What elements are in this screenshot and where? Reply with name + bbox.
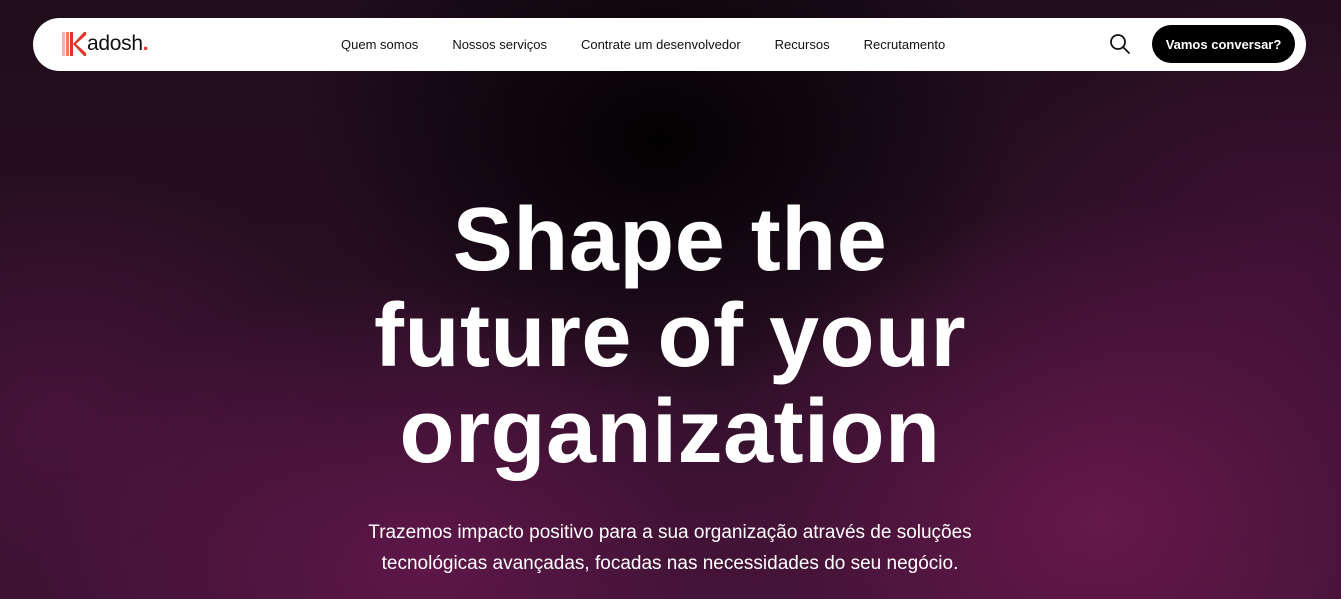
headline-line-1: Shape the bbox=[452, 190, 888, 290]
brand-name: adosh bbox=[87, 32, 143, 55]
brand-logo[interactable]: adosh . bbox=[62, 31, 149, 57]
nav-item-quem-somos[interactable]: Quem somos bbox=[341, 37, 418, 52]
hero-headline: Shape the future of your organization bbox=[270, 192, 1070, 480]
contact-cta-button[interactable]: Vamos conversar? bbox=[1152, 25, 1295, 63]
headline-line-3: organization bbox=[399, 382, 941, 482]
search-button[interactable] bbox=[1109, 33, 1131, 55]
nav-item-contrate-desenvolvedor[interactable]: Contrate um desenvolvedor bbox=[581, 37, 741, 52]
nav-item-nossos-servicos[interactable]: Nossos serviços bbox=[452, 37, 547, 52]
kadosh-k-logo-icon bbox=[62, 32, 86, 56]
headline-line-2: future of your bbox=[374, 286, 966, 386]
brand-dot: . bbox=[142, 32, 149, 55]
search-icon bbox=[1110, 34, 1130, 54]
hero-subtitle: Trazemos impacto positivo para a sua org… bbox=[368, 522, 972, 574]
nav-item-recursos[interactable]: Recursos bbox=[775, 37, 830, 52]
nav-item-recrutamento[interactable]: Recrutamento bbox=[864, 37, 946, 52]
main-menu: Quem somos Nossos serviços Contrate um d… bbox=[341, 18, 979, 71]
top-navigation-bar: adosh . Quem somos Nossos serviços Contr… bbox=[33, 18, 1306, 71]
